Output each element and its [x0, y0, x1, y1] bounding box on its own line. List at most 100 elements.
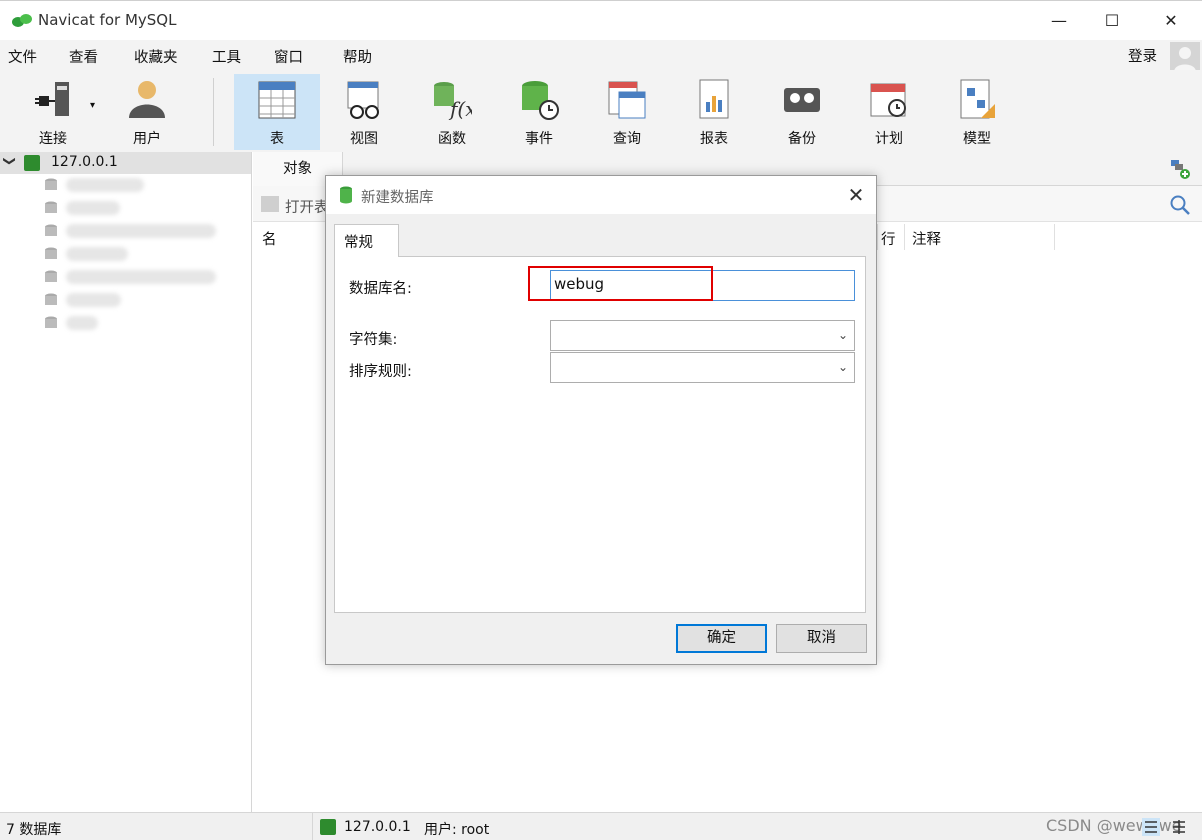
status-bar: 7 数据库 127.0.0.1 用户: root CSDN @wewewe [0, 812, 1202, 840]
tree-connection-label: 127.0.0.1 [51, 154, 118, 170]
menu-file[interactable]: 文件 [8, 46, 37, 67]
tab-general[interactable]: 常规 [334, 224, 399, 257]
close-window-button[interactable]: ✕ [1148, 7, 1194, 35]
mysql-connection-icon [320, 819, 336, 835]
status-user: 用户: root [424, 822, 490, 838]
tree-connection-node[interactable]: ❯ 127.0.0.1 [0, 152, 251, 174]
column-divider[interactable] [1054, 224, 1055, 250]
tool-report-label: 报表 [700, 131, 728, 147]
search-icon[interactable] [1169, 194, 1191, 216]
tab-general-label: 常规 [344, 235, 373, 251]
open-table-button[interactable]: 打开表 [285, 196, 329, 217]
new-database-dialog: 新建数据库 ✕ 常规 数据库名: webug 字符集: ⌄ 排序规则: ⌄ 确定… [325, 175, 877, 665]
app-title: Navicat for MySQL [38, 11, 177, 29]
view-glasses-icon [347, 81, 379, 119]
schedule-calendar-icon [870, 83, 906, 117]
tool-model[interactable]: 模型 [934, 74, 1020, 150]
tool-query[interactable]: 查询 [584, 74, 670, 150]
tool-user[interactable]: 用户 [104, 74, 190, 150]
tool-report[interactable]: 报表 [671, 74, 757, 150]
dropdown-arrow-icon[interactable]: ▾ [90, 100, 95, 111]
new-tab-plus-icon[interactable] [1169, 158, 1191, 180]
database-icon[interactable] [44, 316, 58, 330]
status-connection: 127.0.0.1 [344, 819, 411, 835]
database-icon[interactable] [44, 178, 58, 192]
menu-window[interactable]: 窗口 [274, 46, 303, 67]
tool-table[interactable]: 表 [234, 74, 320, 150]
database-icon[interactable] [44, 293, 58, 307]
redacted-database-name [66, 178, 144, 192]
toolbar-separator [213, 78, 214, 146]
database-icon[interactable] [44, 270, 58, 284]
user-icon [129, 81, 165, 118]
cancel-button[interactable]: 取消 [776, 624, 867, 653]
tool-function[interactable]: f(x) 函数 [409, 74, 495, 150]
database-count: 7 数据库 [6, 822, 62, 838]
column-comment-header[interactable]: 注释 [912, 228, 941, 249]
tool-connection-label: 连接 [39, 131, 67, 147]
menu-view[interactable]: 查看 [69, 46, 98, 67]
detail-view-icon[interactable] [1170, 818, 1188, 836]
charset-select[interactable]: ⌄ [550, 320, 855, 351]
csdn-watermark: CSDN @wewewe [1046, 816, 1182, 835]
database-name-label: 数据库名: [349, 281, 412, 297]
tool-model-label: 模型 [963, 131, 991, 147]
event-db-clock-icon [522, 81, 559, 120]
tool-event[interactable]: 事件 [496, 74, 582, 150]
column-rows-header[interactable]: 行 [881, 228, 896, 249]
database-icon[interactable] [44, 224, 58, 238]
dialog-title-bar[interactable]: 新建数据库 ✕ [326, 176, 876, 214]
database-icon[interactable] [44, 247, 58, 261]
dialog-close-button[interactable]: ✕ [843, 182, 869, 208]
function-fx-icon: f(x) [434, 82, 472, 120]
general-settings-panel: 数据库名: webug 字符集: ⌄ 排序规则: ⌄ [334, 256, 866, 613]
ok-button[interactable]: 确定 [676, 624, 767, 653]
user-silhouette-icon [1174, 47, 1196, 72]
menu-help[interactable]: 帮助 [343, 46, 372, 67]
table-icon [258, 81, 296, 119]
title-bar: Navicat for MySQL — ☐ ✕ [0, 0, 1202, 40]
login-link[interactable]: 登录 [1128, 45, 1157, 66]
chevron-down-icon: ⌄ [837, 328, 848, 342]
main-toolbar: ▾ 连接 用户 表 视图 f(x) 函数 [0, 70, 1202, 152]
tool-schedule-label: 计划 [875, 131, 903, 147]
mysql-connection-icon [24, 155, 40, 171]
tool-table-label: 表 [270, 131, 284, 147]
column-divider[interactable] [904, 224, 905, 250]
report-chart-icon [699, 79, 729, 119]
tool-user-label: 用户 [133, 131, 161, 147]
redacted-database-name [66, 293, 121, 307]
tool-connection[interactable]: ▾ 连接 [10, 74, 96, 150]
backup-tape-icon [784, 88, 820, 112]
redacted-database-name [66, 247, 128, 261]
menu-tools[interactable]: 工具 [212, 46, 241, 67]
database-icon[interactable] [44, 201, 58, 215]
collation-select[interactable]: ⌄ [550, 352, 855, 383]
svg-text:f(x): f(x) [448, 97, 472, 120]
redacted-database-name [66, 201, 120, 215]
redacted-database-name [66, 224, 216, 238]
collapse-chevron-icon[interactable]: ❯ [3, 156, 17, 166]
list-view-icon[interactable] [1142, 818, 1160, 836]
tool-function-label: 函数 [438, 131, 466, 147]
maximize-button[interactable]: ☐ [1089, 7, 1135, 35]
annotation-highlight-box [528, 266, 713, 301]
column-name-header[interactable]: 名 [262, 228, 277, 249]
column-divider[interactable] [877, 224, 878, 250]
menu-favorites[interactable]: 收藏夹 [134, 46, 178, 67]
query-grid-icon [608, 81, 646, 119]
connection-plug-icon [35, 82, 69, 116]
tool-backup[interactable]: 备份 [759, 74, 845, 150]
tool-event-label: 事件 [525, 131, 553, 147]
dialog-title: 新建数据库 [361, 190, 434, 206]
minimize-button[interactable]: — [1036, 7, 1082, 35]
tool-view-label: 视图 [350, 131, 378, 147]
tool-backup-label: 备份 [788, 131, 816, 147]
menu-bar: 文件 查看 收藏夹 工具 窗口 帮助 登录 [0, 40, 1202, 70]
database-icon [340, 186, 352, 204]
redacted-database-name [66, 316, 98, 330]
account-avatar[interactable] [1170, 42, 1200, 72]
tool-schedule[interactable]: 计划 [846, 74, 932, 150]
tool-view[interactable]: 视图 [321, 74, 407, 150]
collation-label: 排序规则: [349, 364, 412, 380]
